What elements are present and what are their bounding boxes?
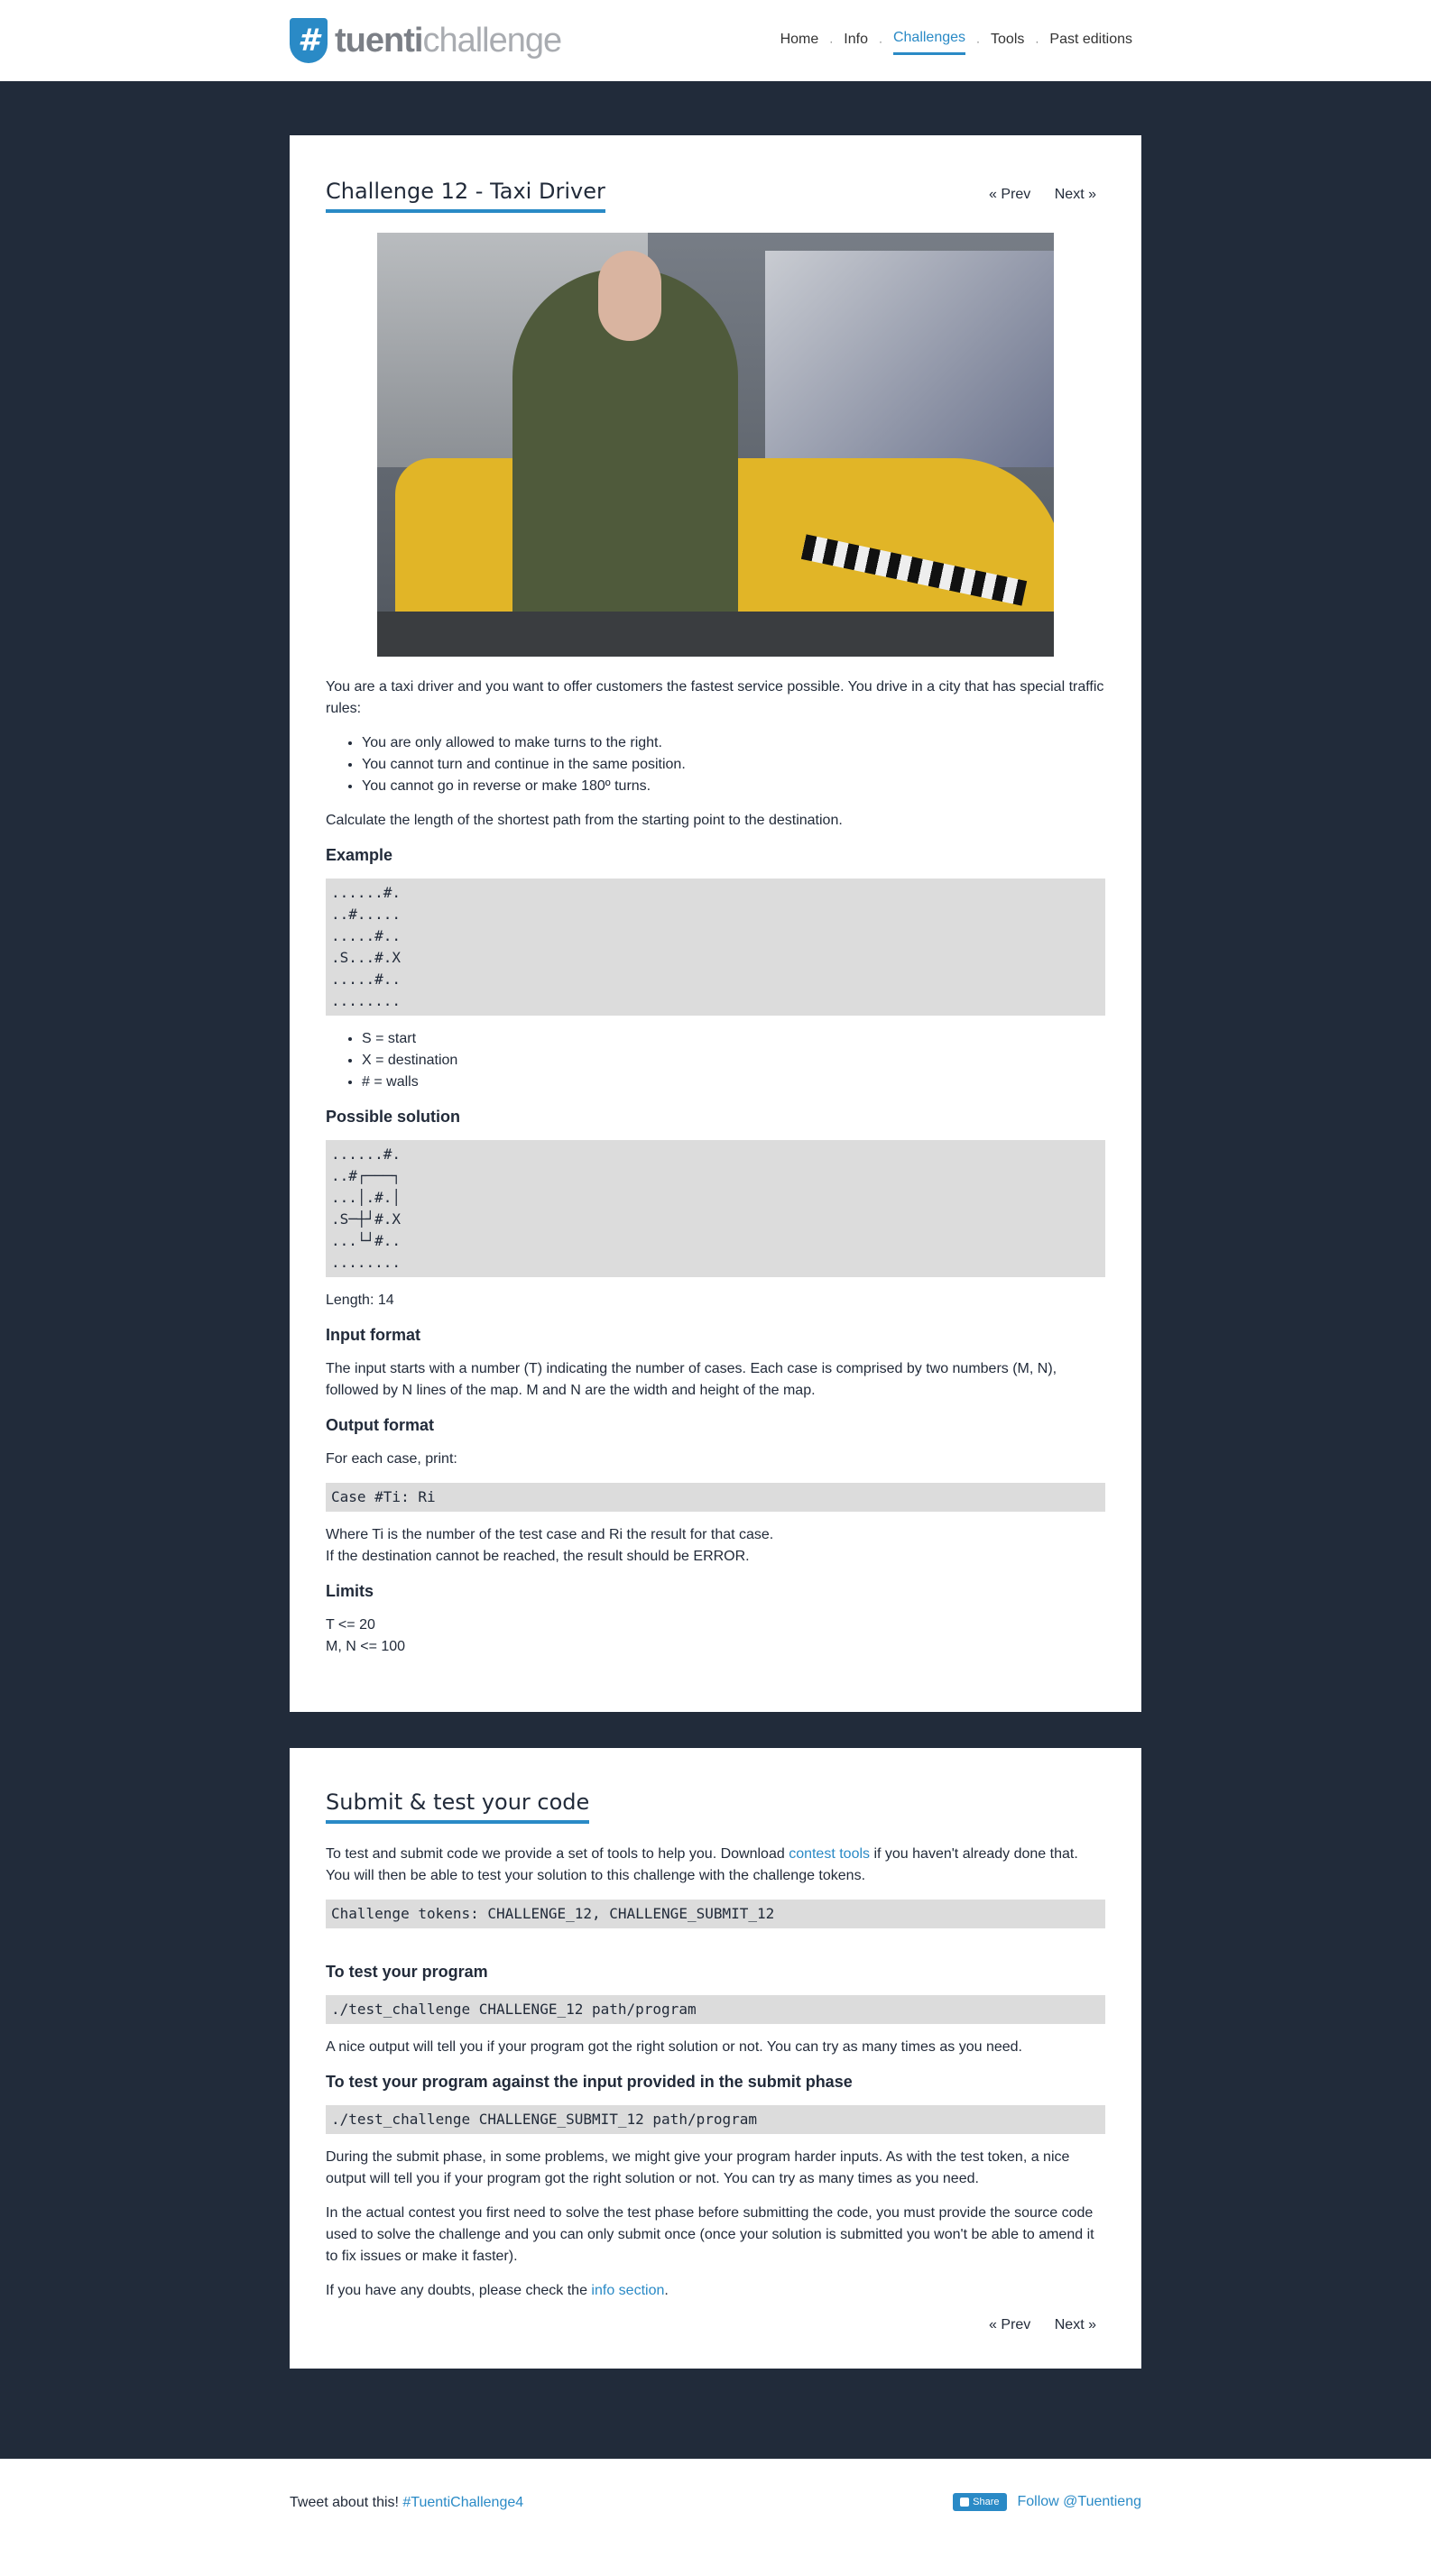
challenge-card: Challenge 12 - Taxi Driver « Prev Next »…	[290, 135, 1141, 1712]
submit-card: Submit & test your code To test and subm…	[290, 1748, 1141, 2369]
nav-separator: ·	[829, 34, 834, 48]
output-code: Case #Ti: Ri	[326, 1483, 1105, 1512]
follow-link[interactable]: Follow @Tuentieng	[1018, 2491, 1142, 2513]
next-link[interactable]: Next »	[1055, 187, 1096, 202]
share-button[interactable]: Share	[953, 2493, 1007, 2511]
nav-separator: ·	[878, 34, 882, 48]
challenge-pager: « Prev Next »	[969, 184, 1096, 206]
input-heading: Input format	[326, 1326, 420, 1344]
example-map-code: ......#. ..#..... .....#.. .S...#.X ....…	[326, 879, 1105, 1016]
list-item: You cannot turn and continue in the same…	[362, 754, 1105, 776]
test-command-code: ./test_challenge CHALLENGE_12 path/progr…	[326, 1995, 1105, 2024]
logo-wordmark: tuentichallenge	[335, 21, 562, 60]
prev-link[interactable]: « Prev	[989, 187, 1030, 202]
prev-link[interactable]: « Prev	[989, 2317, 1030, 2332]
nav-separator: ·	[1035, 34, 1039, 48]
test-heading: To test your program	[326, 1963, 488, 1981]
info-section-link[interactable]: info section	[591, 2283, 664, 2298]
list-item: X = destination	[362, 1050, 1105, 1072]
intro-text: You are a taxi driver and you want to of…	[326, 679, 1104, 716]
calc-text: Calculate the length of the shortest pat…	[326, 813, 843, 828]
nav-info[interactable]: Info	[844, 29, 868, 54]
submit-phase-text: During the submit phase, in some problem…	[326, 2149, 1070, 2186]
next-link[interactable]: Next »	[1055, 2317, 1096, 2332]
nav-past-editions[interactable]: Past editions	[1049, 29, 1132, 54]
site-footer: Tweet about this! #TuentiChallenge4 Shar…	[0, 2459, 1431, 2525]
site-header: # tuentichallenge Home · Info · Challeng…	[0, 0, 1431, 81]
list-item: # = walls	[362, 1072, 1105, 1093]
doubts-text: If you have any doubts, please check the…	[326, 2283, 669, 2298]
nav-tools[interactable]: Tools	[991, 29, 1024, 54]
taxi-driver-photo	[377, 233, 1054, 657]
submit-phase-heading: To test your program against the input p…	[326, 2073, 853, 2091]
main-content: Challenge 12 - Taxi Driver « Prev Next »…	[0, 81, 1431, 2459]
limits-heading: Limits	[326, 1582, 374, 1600]
submit-intro: To test and submit code we provide a set…	[326, 1846, 1078, 1883]
submit-command-code: ./test_challenge CHALLENGE_SUBMIT_12 pat…	[326, 2105, 1105, 2134]
list-item: You are only allowed to make turns to th…	[362, 732, 1105, 754]
nav-separator: ·	[976, 34, 981, 48]
share-icon	[960, 2498, 970, 2507]
length-text: Length: 14	[326, 1293, 394, 1308]
nav-challenges[interactable]: Challenges	[892, 27, 966, 55]
tweet-about: Tweet about this! #TuentiChallenge4	[290, 2495, 524, 2510]
bottom-pager: « Prev Next »	[326, 2314, 1105, 2336]
test-text: A nice output will tell you if your prog…	[326, 2039, 1022, 2055]
rules-list: You are only allowed to make turns to th…	[362, 732, 1105, 797]
hashtag-link[interactable]: #TuentiChallenge4	[402, 2495, 523, 2510]
main-nav: Home · Info · Challenges · Tools · Past …	[780, 27, 1132, 55]
solution-map-code: ......#. ..#┌───┐ ...│.#.│ .S─┼┘#.X ...└…	[326, 1140, 1105, 1277]
output-heading: Output format	[326, 1416, 434, 1434]
output-text: For each case, print:	[326, 1451, 457, 1467]
hash-logo-icon: #	[290, 18, 328, 63]
list-item: S = start	[362, 1028, 1105, 1050]
submit-title: Submit & test your code	[326, 1789, 590, 1824]
list-item: You cannot go in reverse or make 180º tu…	[362, 776, 1105, 797]
example-heading: Example	[326, 846, 393, 864]
challenge-title: Challenge 12 - Taxi Driver	[326, 179, 605, 213]
tuenti-challenge-logo[interactable]: # tuentichallenge	[290, 18, 562, 63]
tokens-code: Challenge tokens: CHALLENGE_12, CHALLENG…	[326, 1900, 1105, 1928]
contest-text: In the actual contest you first need to …	[326, 2205, 1094, 2264]
nav-home[interactable]: Home	[780, 29, 819, 54]
solution-heading: Possible solution	[326, 1108, 461, 1126]
legend-list: S = start X = destination # = walls	[362, 1028, 1105, 1093]
where-text: Where Ti is the number of the test case …	[326, 1527, 774, 1564]
limits-text: T <= 20 M, N <= 100	[326, 1617, 406, 1654]
social-links: Share Follow @Tuentieng	[953, 2491, 1141, 2513]
input-text: The input starts with a number (T) indic…	[326, 1361, 1057, 1398]
contest-tools-link[interactable]: contest tools	[789, 1846, 870, 1862]
